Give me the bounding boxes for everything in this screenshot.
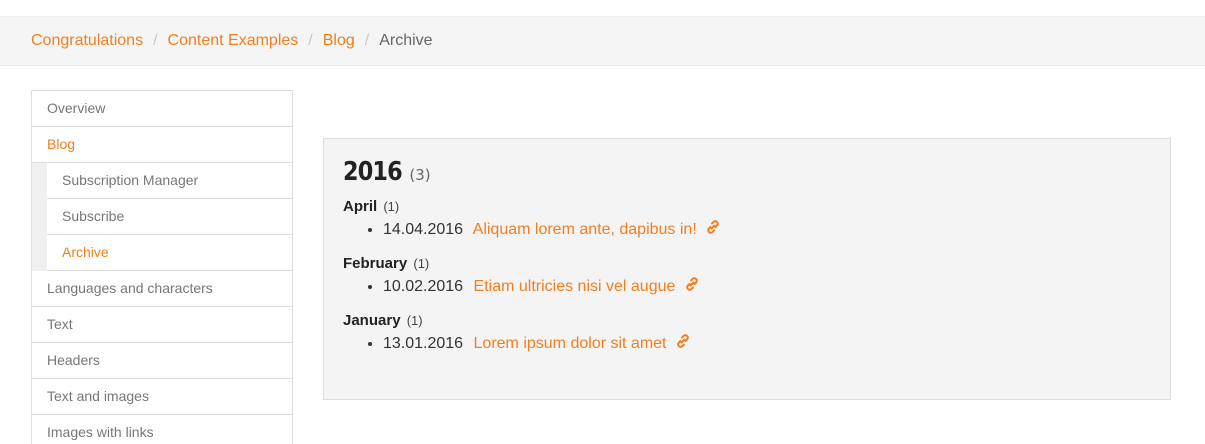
breadcrumb-separator: / (308, 32, 313, 49)
month-group: January (1) 13.01.2016 Lorem ipsum dolor… (343, 311, 1151, 356)
month-count: (1) (383, 199, 400, 214)
month-name: January (343, 312, 401, 329)
month-name: February (343, 255, 408, 272)
breadcrumb-separator: / (364, 32, 370, 49)
year-count: (3) (409, 166, 431, 184)
year-heading: 2016 (3) (343, 157, 1151, 187)
breadcrumb-link-congratulations[interactable]: Congratulations (31, 32, 143, 50)
sidebar-item-subscribe[interactable]: Subscribe (47, 199, 292, 235)
sidebar-item-images-with-links[interactable]: Images with links (32, 415, 292, 444)
sidebar-item-archive[interactable]: Archive (47, 235, 292, 271)
sidebar-item-subscription-manager[interactable]: Subscription Manager (47, 163, 292, 199)
sidebar-item-headers[interactable]: Headers (32, 343, 292, 379)
sidebar-item-overview[interactable]: Overview (32, 91, 292, 127)
breadcrumb-separator: / (153, 32, 158, 49)
sidebar-nav: Overview Blog Subscription Manager Subsc… (31, 90, 293, 444)
post-link[interactable]: Etiam ultricies nisi vel augue (474, 278, 676, 295)
sidebar-item-blog[interactable]: Blog (32, 127, 292, 163)
month-heading: February (1) (343, 254, 1151, 274)
sidebar-item-text[interactable]: Text (32, 307, 292, 343)
post-list: 14.04.2016 Aliquam lorem ante, dapibus i… (343, 219, 1151, 242)
breadcrumb-link-content-examples[interactable]: Content Examples (168, 32, 299, 50)
post-link[interactable]: Lorem ipsum dolor sit amet (474, 335, 667, 352)
breadcrumb: Congratulations / Content Examples / Blo… (0, 16, 1205, 66)
link-icon[interactable] (675, 333, 691, 356)
post-date: 10.02.2016 (383, 278, 464, 295)
month-heading: April (1) (343, 197, 1151, 217)
list-item: 10.02.2016 Etiam ultricies nisi vel augu… (383, 276, 1151, 299)
month-count: (1) (413, 256, 430, 271)
post-list: 13.01.2016 Lorem ipsum dolor sit amet (343, 333, 1151, 356)
archive-panel: 2016 (3) April (1) 14.04.2016 Aliquam lo… (323, 138, 1171, 400)
breadcrumb-link-blog[interactable]: Blog (323, 32, 355, 50)
list-item: 13.01.2016 Lorem ipsum dolor sit amet (383, 333, 1151, 356)
month-name: April (343, 198, 378, 215)
post-link[interactable]: Aliquam lorem ante, dapibus in! (473, 221, 697, 238)
month-count: (1) (406, 313, 423, 328)
sidebar-item-languages-and-characters[interactable]: Languages and characters (32, 271, 292, 307)
list-item: 14.04.2016 Aliquam lorem ante, dapibus i… (383, 219, 1151, 242)
post-list: 10.02.2016 Etiam ultricies nisi vel augu… (343, 276, 1151, 299)
breadcrumb-current: Archive (379, 32, 433, 49)
month-group: February (1) 10.02.2016 Etiam ultricies … (343, 254, 1151, 299)
link-icon[interactable] (705, 219, 721, 242)
sidebar-item-text-and-images[interactable]: Text and images (32, 379, 292, 415)
post-date: 13.01.2016 (383, 335, 464, 352)
post-date: 14.04.2016 (383, 221, 464, 238)
sidebar-subnav-blog: Subscription Manager Subscribe Archive (32, 163, 292, 271)
month-heading: January (1) (343, 311, 1151, 331)
month-group: April (1) 14.04.2016 Aliquam lorem ante,… (343, 197, 1151, 242)
link-icon[interactable] (684, 276, 700, 299)
year-title: 2016 (343, 157, 403, 187)
